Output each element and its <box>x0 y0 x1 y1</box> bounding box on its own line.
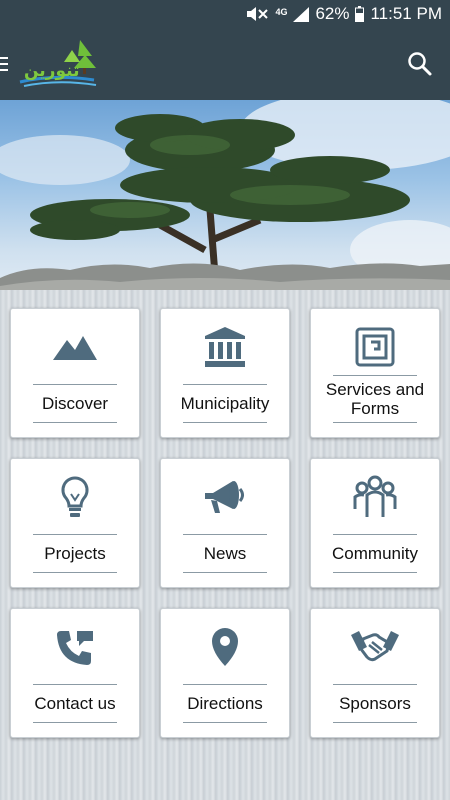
network-type: 4G <box>275 6 288 17</box>
tile-label: News <box>203 544 247 563</box>
tile-news[interactable]: News <box>160 458 290 588</box>
forms-icon <box>355 327 395 367</box>
tile-discover[interactable]: Discover <box>10 308 140 438</box>
svg-text:ﺗﻨﻮﺭﻳﻦ: ﺗﻨﻮﺭﻳﻦ <box>24 61 79 81</box>
search-button[interactable] <box>406 50 434 78</box>
clock: 11:51 PM <box>370 4 442 23</box>
battery-percent: 62% <box>315 4 350 23</box>
tile-label: Services and Forms <box>325 380 425 418</box>
signal-icon <box>293 6 310 22</box>
tile-projects[interactable]: Projects <box>10 458 140 588</box>
tile-label: Sponsors <box>339 694 411 713</box>
tile-label: Projects <box>44 544 106 563</box>
menu-icon[interactable] <box>0 57 8 73</box>
tile-label: Discover <box>41 394 109 413</box>
tile-directions[interactable]: Directions <box>160 608 290 738</box>
building-icon <box>205 327 245 367</box>
mute-icon <box>245 6 269 22</box>
tile-label: Municipality <box>180 394 270 413</box>
hero-image-cedar <box>0 100 450 300</box>
tile-contact-us[interactable]: Contact us <box>10 608 140 738</box>
tile-label: Community <box>332 544 418 563</box>
megaphone-icon <box>205 481 244 513</box>
search-icon <box>408 52 432 76</box>
tile-services-and-forms[interactable]: Services and Forms <box>310 308 440 438</box>
tile-municipality[interactable]: Municipality <box>160 308 290 438</box>
status-bar: 4G 62% 11:51 PM <box>0 0 450 30</box>
app-logo[interactable]: ﺗﻨﻮﺭﻳﻦ <box>14 36 104 92</box>
lightbulb-icon <box>61 476 89 517</box>
app-bar: ﺗﻨﻮﺭﻳﻦ <box>0 30 450 100</box>
tile-community[interactable]: Community <box>310 458 440 588</box>
handshake-icon <box>351 631 399 662</box>
mountain-icon <box>53 336 97 360</box>
phone-icon <box>57 631 93 665</box>
battery-icon <box>355 6 365 22</box>
tile-label: Contact us <box>34 694 116 713</box>
tile-sponsors[interactable]: Sponsors <box>310 608 440 738</box>
tile-label: Directions <box>187 694 263 713</box>
people-icon <box>353 475 397 517</box>
location-pin-icon <box>212 628 238 666</box>
